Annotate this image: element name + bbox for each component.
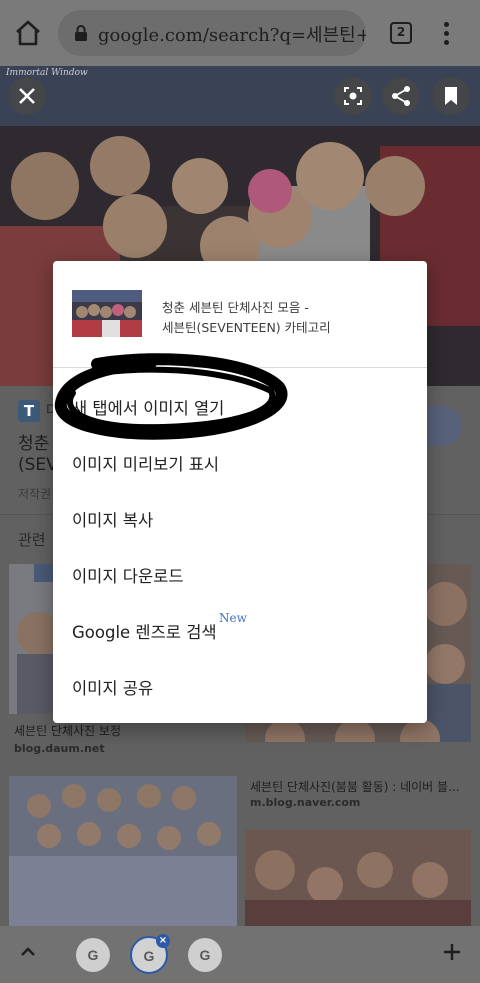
thumbnail-domain: m.blog.naver.com bbox=[250, 796, 361, 809]
new-badge: New bbox=[219, 611, 247, 625]
context-menu-image-thumbnail bbox=[72, 290, 142, 337]
result-title-line1: 청춘 bbox=[18, 434, 50, 454]
context-menu-title-line1: 청춘 세븐틴 단체사진 모음 - bbox=[162, 300, 309, 315]
related-image-thumbnail[interactable] bbox=[9, 776, 237, 926]
related-heading: 관련 bbox=[18, 531, 46, 549]
copyright-notice: 저작권 bbox=[18, 487, 52, 501]
menu-item-preview-image[interactable]: 이미지 미리보기 표시 bbox=[53, 439, 427, 487]
menu-item-label: Google 렌즈로 검색 bbox=[72, 623, 217, 642]
share-button[interactable] bbox=[382, 77, 420, 115]
menu-item-label: 새 탭에서 이미지 열기 bbox=[72, 399, 225, 418]
context-menu-title-line2: 세븐틴(SEVENTEEN) 카테고리 bbox=[162, 320, 331, 335]
bookmark-icon bbox=[445, 87, 457, 105]
menu-item-download-image[interactable]: 이미지 다운로드 bbox=[53, 551, 427, 599]
result-title-line2: (SEV bbox=[18, 455, 58, 475]
address-bar[interactable]: google.com/search?q=세븐틴+단체 bbox=[58, 10, 366, 56]
url-text: google.com/search?q=세븐틴+단체 bbox=[98, 25, 366, 46]
tab-thumbnail[interactable]: G bbox=[188, 938, 222, 972]
source-favicon: T bbox=[18, 400, 40, 422]
browser-toolbar: google.com/search?q=세븐틴+단체 2 bbox=[0, 0, 480, 66]
lock-icon bbox=[72, 24, 90, 42]
lens-button[interactable] bbox=[334, 77, 372, 115]
image-context-menu: 청춘 세븐틴 단체사진 모음 - 세븐틴(SEVENTEEN) 카테고리 새 탭… bbox=[53, 261, 427, 723]
menu-item-label: 이미지 복사 bbox=[72, 511, 154, 530]
menu-item-share-image[interactable]: 이미지 공유 bbox=[53, 663, 427, 711]
divider bbox=[53, 367, 427, 368]
thumbnail-caption: 세븐틴 단체사진 보정 bbox=[14, 724, 121, 738]
menu-item-label: 이미지 미리보기 표시 bbox=[72, 455, 220, 474]
lens-icon bbox=[344, 87, 362, 105]
share-icon bbox=[392, 86, 410, 106]
close-icon bbox=[19, 88, 35, 104]
close-viewer-button[interactable] bbox=[8, 77, 46, 115]
thumbnail-caption: 세븐틴 단체사진(붐붐 활동) : 네이버 블... bbox=[250, 780, 460, 794]
related-image-thumbnail[interactable] bbox=[245, 830, 471, 926]
bookmark-button[interactable] bbox=[432, 77, 470, 115]
menu-item-search-with-google-lens[interactable]: Google 렌즈로 검색 New bbox=[53, 607, 427, 655]
new-tab-icon[interactable] bbox=[440, 940, 464, 964]
chevron-up-icon[interactable] bbox=[18, 942, 38, 962]
home-icon[interactable] bbox=[12, 17, 44, 49]
more-menu-icon[interactable] bbox=[438, 20, 454, 46]
menu-item-label: 이미지 공유 bbox=[72, 679, 154, 698]
tab-switcher-button[interactable]: 2 bbox=[390, 22, 412, 44]
bottom-tab-strip: G G × G bbox=[0, 926, 480, 983]
menu-item-open-in-new-tab[interactable]: 새 탭에서 이미지 열기 bbox=[53, 383, 427, 431]
thumbnail-domain: blog.daum.net bbox=[14, 742, 105, 755]
menu-item-copy-image[interactable]: 이미지 복사 bbox=[53, 495, 427, 543]
menu-item-label: 이미지 다운로드 bbox=[72, 567, 184, 586]
tab-thumbnail[interactable]: G bbox=[76, 938, 110, 972]
close-tab-icon[interactable]: × bbox=[156, 934, 170, 948]
